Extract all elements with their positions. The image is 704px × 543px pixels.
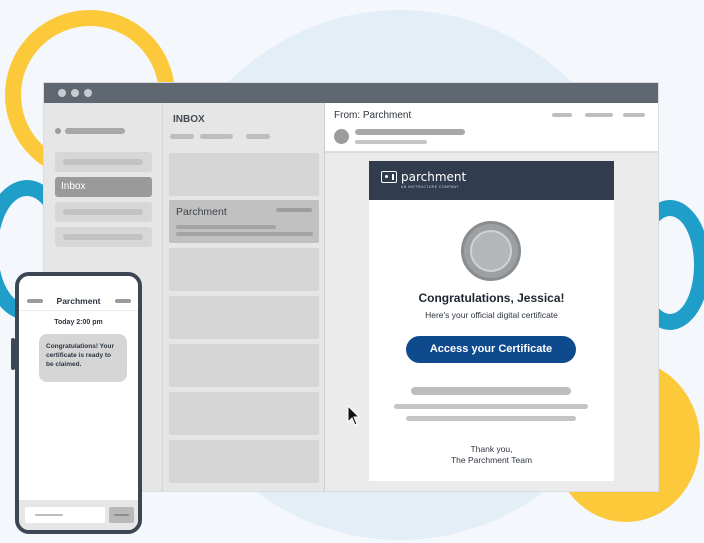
mail-sender: Parchment (176, 206, 227, 218)
signoff-line-2: The Parchment Team (450, 455, 533, 465)
signoff-line-1: Thank you, (470, 444, 513, 454)
sidebar-item-inbox-label: Inbox (61, 181, 86, 192)
window-titlebar (44, 83, 658, 103)
list-item[interactable] (169, 296, 319, 339)
body-text-placeholder (406, 416, 576, 421)
sms-send-button[interactable] (109, 507, 134, 523)
brand-header: parchment AN INSTRUCTURE COMPANY (369, 161, 614, 200)
email-from: From: Parchment (334, 110, 412, 121)
header-action-placeholder[interactable] (585, 113, 613, 117)
brand-name: parchment (401, 170, 467, 184)
phone-mockup: Parchment Today 2:00 pm Congratulations!… (15, 272, 142, 534)
reading-pane: From: Parchment parchment AN INSTRUCTURE… (325, 103, 658, 491)
list-item[interactable] (169, 248, 319, 291)
mail-date-placeholder (276, 208, 312, 212)
sms-header: Parchment (19, 276, 138, 311)
sms-message-bubble: Congratulations! Your certificate is rea… (39, 334, 127, 382)
list-item[interactable] (169, 392, 319, 435)
parchment-logo-icon (381, 171, 397, 183)
sms-compose-bar (19, 500, 138, 530)
window-dot-icon[interactable] (58, 89, 66, 97)
account-name-placeholder (65, 128, 125, 134)
email-card: parchment AN INSTRUCTURE COMPANY Congrat… (369, 161, 614, 481)
email-header: From: Parchment (325, 103, 658, 153)
list-item[interactable] (169, 153, 319, 196)
sms-input[interactable] (25, 507, 105, 523)
list-item[interactable] (169, 344, 319, 387)
certificate-subline: Here's your official digital certificate (425, 310, 558, 320)
header-action-placeholder[interactable] (552, 113, 572, 117)
inbox-toolbar-placeholder[interactable] (170, 134, 194, 139)
list-item[interactable] (169, 440, 319, 483)
sidebar-nav-item[interactable] (55, 202, 152, 222)
recipient-placeholder (355, 140, 427, 144)
mail-preview-placeholder (176, 232, 313, 236)
congrats-heading: Congratulations, Jessica! (418, 291, 565, 305)
certificate-medal-icon (461, 221, 521, 281)
inbox-toolbar-placeholder[interactable] (200, 134, 233, 139)
inbox-title: INBOX (173, 114, 205, 125)
header-action-placeholder[interactable] (623, 113, 645, 117)
window-dot-icon[interactable] (71, 89, 79, 97)
mouse-cursor-icon (347, 405, 360, 426)
sms-contact-name: Parchment (56, 296, 101, 306)
subject-placeholder (355, 129, 465, 135)
sender-avatar (334, 129, 349, 144)
sidebar-nav-item[interactable] (55, 227, 152, 247)
mail-preview-placeholder (176, 225, 276, 229)
signoff: Thank you, The Parchment Team (369, 444, 614, 466)
inbox-list: INBOX Parchment (162, 103, 325, 491)
body-text-placeholder (411, 387, 571, 395)
body-text-placeholder (394, 404, 588, 409)
list-item-selected[interactable]: Parchment (169, 200, 319, 243)
inbox-toolbar-placeholder[interactable] (246, 134, 270, 139)
sidebar-item-inbox[interactable]: Inbox (55, 177, 152, 197)
window-dot-icon[interactable] (84, 89, 92, 97)
access-certificate-button[interactable]: Access your Certificate (406, 336, 576, 363)
sidebar-nav-item[interactable] (55, 152, 152, 172)
medal-inner (470, 230, 512, 272)
brand-subtitle: AN INSTRUCTURE COMPANY (401, 185, 460, 189)
account-avatar-icon (55, 128, 61, 134)
sms-timestamp: Today 2:00 pm (54, 319, 103, 326)
